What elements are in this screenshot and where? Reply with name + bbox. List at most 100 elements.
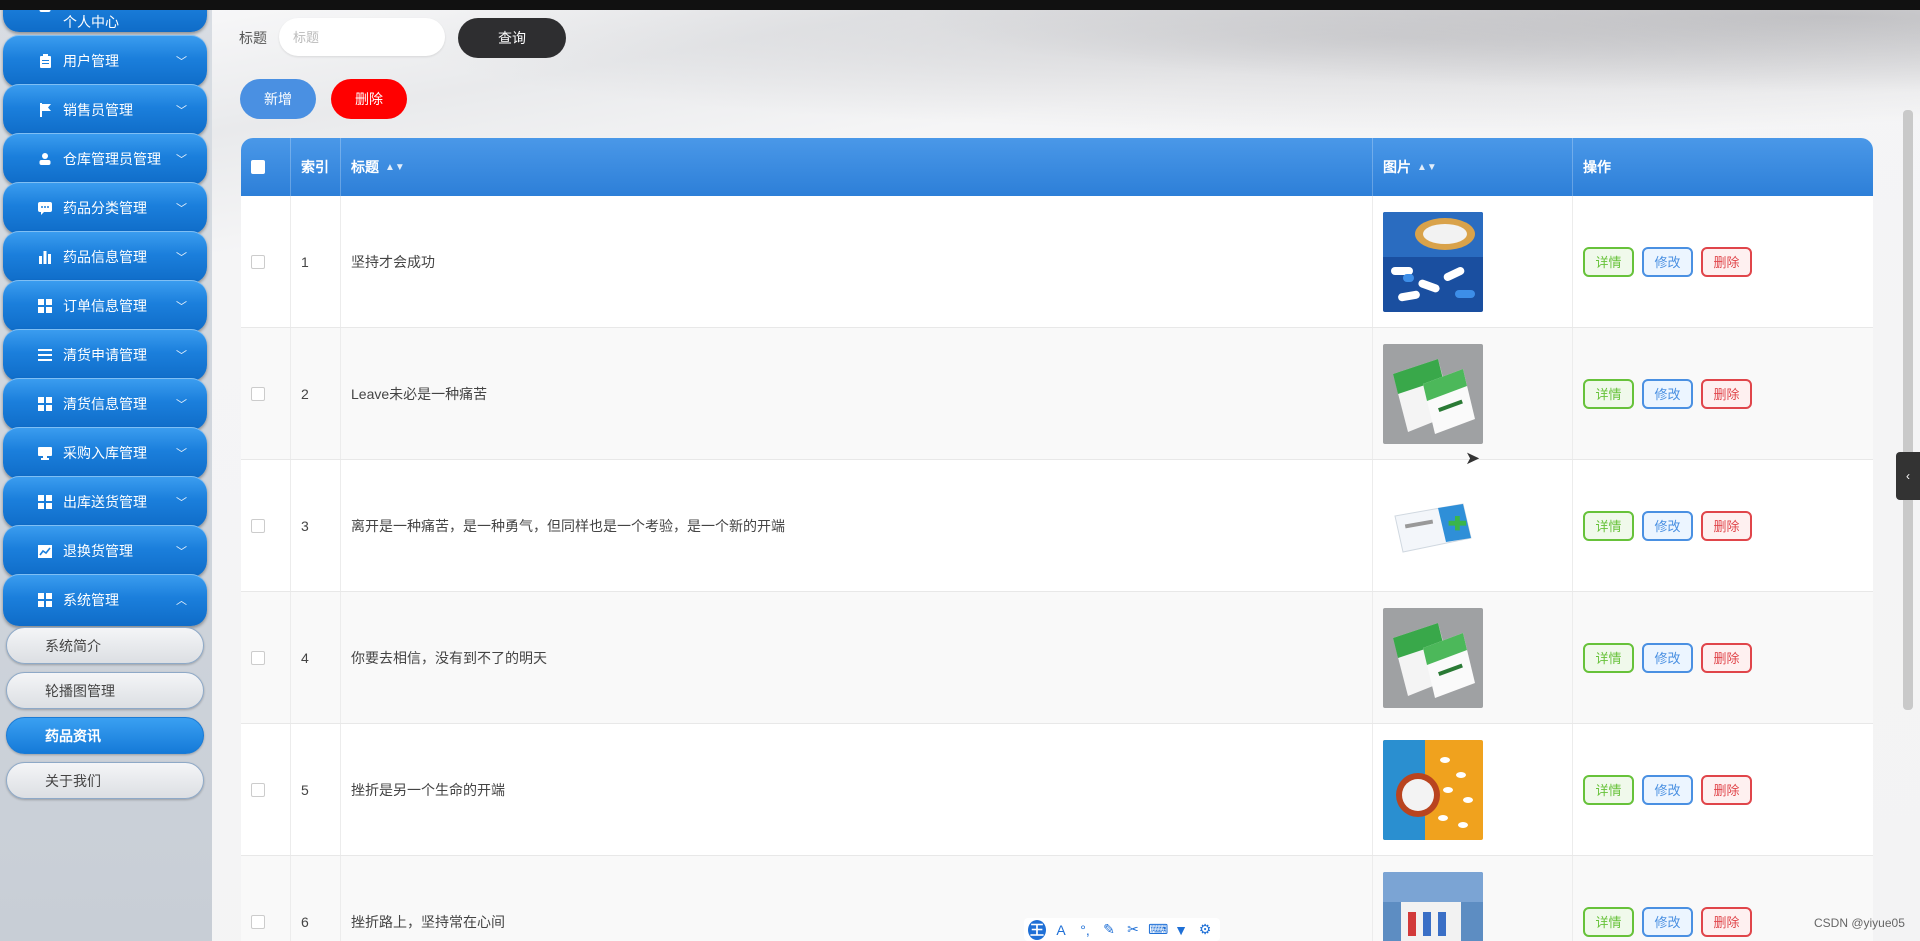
sidebar-item[interactable]: 销售员管理 ﹀	[3, 84, 207, 136]
add-button[interactable]: 新增	[240, 79, 316, 119]
row-check-cell	[241, 856, 291, 941]
bar-chart-icon	[37, 249, 53, 265]
sidebar-item-label: 仓库管理员管理	[63, 151, 161, 167]
row-check-cell	[241, 592, 291, 723]
sidebar-item[interactable]: 药品信息管理 ﹀	[3, 231, 207, 283]
sidebar-item-label: 用户管理	[63, 53, 119, 69]
sidebar-subitem[interactable]: 轮播图管理	[6, 672, 204, 709]
operation-cell: 详情 修改 删除	[1573, 328, 1873, 459]
chevron-down-icon: ﹀	[176, 105, 187, 117]
scissors-icon[interactable]: ✂	[1124, 921, 1142, 938]
shirt-icon[interactable]: ▼	[1172, 922, 1190, 938]
blue-capsules-image	[1383, 211, 1483, 312]
detail-button[interactable]: 详情	[1583, 906, 1634, 937]
edit-button[interactable]: 修改	[1642, 510, 1693, 541]
detail-button[interactable]: 详情	[1583, 510, 1634, 541]
font-icon[interactable]: A	[1052, 922, 1070, 938]
detail-button[interactable]: 详情	[1583, 246, 1634, 277]
chevron-left-icon: ‹	[1906, 469, 1910, 483]
edit-button[interactable]: 修改	[1642, 774, 1693, 805]
detail-button[interactable]: 详情	[1583, 378, 1634, 409]
delete-button[interactable]: 删除	[1701, 774, 1752, 805]
column-header-label: 标题	[351, 159, 379, 175]
operation-cell: 详情 修改 删除	[1573, 724, 1873, 855]
index-cell: 3	[291, 460, 341, 591]
title-cell: 坚持才会成功	[341, 196, 1373, 327]
column-header-index: 索引	[291, 138, 341, 196]
sidebar-subitem[interactable]: 关于我们	[6, 762, 204, 799]
select-all-checkbox[interactable]	[251, 160, 265, 174]
detail-button[interactable]: 详情	[1583, 642, 1634, 673]
search-input[interactable]	[279, 18, 445, 56]
punctuation-icon[interactable]: °,	[1076, 922, 1094, 938]
sidebar-item[interactable]: 仓库管理员管理 ﹀	[3, 133, 207, 185]
sidebar-item[interactable]: 出库送货管理 ﹀	[3, 476, 207, 528]
sidebar-item[interactable]: 系统管理 ︿	[3, 574, 207, 626]
table-row: 1 坚持才会成功 详情 修改 删除	[241, 196, 1873, 328]
sidebar-item[interactable]: 清货信息管理 ﹀	[3, 378, 207, 430]
sidebar-subitem[interactable]: 药品资讯	[6, 717, 204, 754]
row-checkbox[interactable]	[251, 386, 265, 401]
sidebar-item[interactable]: 药品分类管理 ﹀	[3, 182, 207, 234]
edit-button[interactable]: 修改	[1642, 906, 1693, 937]
column-header-title[interactable]: 标题 ▲▼	[341, 138, 1373, 196]
sidebar-item-label: 出库送货管理	[63, 494, 147, 510]
sidebar-subitem-label: 系统简介	[45, 637, 101, 654]
sidebar-item-label: 销售员管理	[63, 102, 133, 118]
delete-button[interactable]: 删除	[1701, 642, 1752, 673]
title-cell: 离开是一种痛苦，是一种勇气，但同样也是一个考验，是一个新的开端	[341, 460, 1373, 591]
scrollbar[interactable]	[1903, 110, 1913, 710]
delete-button[interactable]: 删除	[1701, 510, 1752, 541]
sidebar-item[interactable]: 用户管理 ﹀	[3, 35, 207, 87]
batch-delete-button[interactable]: 删除	[331, 79, 407, 119]
row-check-cell	[241, 724, 291, 855]
query-button[interactable]: 查询	[458, 18, 566, 58]
edit-button[interactable]: 修改	[1642, 246, 1693, 277]
row-checkbox[interactable]	[251, 518, 265, 533]
sort-icon[interactable]: ▲▼	[385, 162, 405, 173]
title-cell: 挫折是另一个生命的开端	[341, 724, 1373, 855]
sidebar-item[interactable]: 退换货管理 ﹀	[3, 525, 207, 577]
chevron-down-icon: ﹀	[176, 203, 187, 215]
column-header-image[interactable]: 图片 ▲▼	[1373, 138, 1573, 196]
detail-button[interactable]: 详情	[1583, 774, 1634, 805]
line-chart-icon	[37, 543, 53, 559]
delete-button[interactable]: 删除	[1701, 246, 1752, 277]
sidebar-item[interactable]: 订单信息管理 ﹀	[3, 280, 207, 332]
sidebar-item-personal-center[interactable]: 个人中心	[3, 10, 207, 32]
sidebar-item[interactable]: 清货申请管理 ﹀	[3, 329, 207, 381]
sidebar-item-label: 订单信息管理	[63, 298, 147, 314]
row-index: 3	[301, 517, 309, 534]
sidebar-item-label: 系统管理	[63, 592, 119, 608]
sidebar-item-label: 药品分类管理	[63, 200, 147, 216]
row-title: 你要去相信，没有到不了的明天	[351, 649, 547, 666]
edit-button[interactable]: 修改	[1642, 378, 1693, 409]
delete-button[interactable]: 删除	[1701, 906, 1752, 937]
edit-button[interactable]: 修改	[1642, 642, 1693, 673]
delete-button[interactable]: 删除	[1701, 378, 1752, 409]
sidebar-item-label: 清货信息管理	[63, 396, 147, 412]
sidebar-item[interactable]: 采购入库管理 ﹀	[3, 427, 207, 479]
row-title: 坚持才会成功	[351, 253, 435, 270]
row-checkbox[interactable]	[251, 254, 265, 269]
collapse-panel-button[interactable]: ‹	[1896, 452, 1920, 500]
pen-icon[interactable]: ✎	[1100, 921, 1118, 938]
keyboard-icon[interactable]: ⌨	[1148, 921, 1168, 938]
row-checkbox[interactable]	[251, 782, 265, 797]
gear-icon[interactable]: ⚙	[1196, 921, 1214, 938]
row-checkbox[interactable]	[251, 914, 265, 929]
row-check-cell	[241, 460, 291, 591]
white-medicine-box-image	[1383, 475, 1483, 576]
row-checkbox[interactable]	[251, 650, 265, 665]
medicine-gift-box-image	[1383, 871, 1483, 941]
sidebar-subitem[interactable]: 系统简介	[6, 627, 204, 664]
search-label: 标题	[239, 30, 267, 46]
row-title: 挫折是另一个生命的开端	[351, 781, 505, 798]
chevron-down-icon: ﹀	[176, 154, 187, 166]
sort-icon[interactable]: ▲▼	[1417, 162, 1437, 173]
sidebar-item-label: 药品信息管理	[63, 249, 147, 265]
ime-logo-icon[interactable]: 王	[1028, 919, 1046, 940]
column-header-operation: 操作	[1573, 138, 1873, 196]
column-header-label: 操作	[1583, 159, 1611, 175]
row-check-cell	[241, 196, 291, 327]
